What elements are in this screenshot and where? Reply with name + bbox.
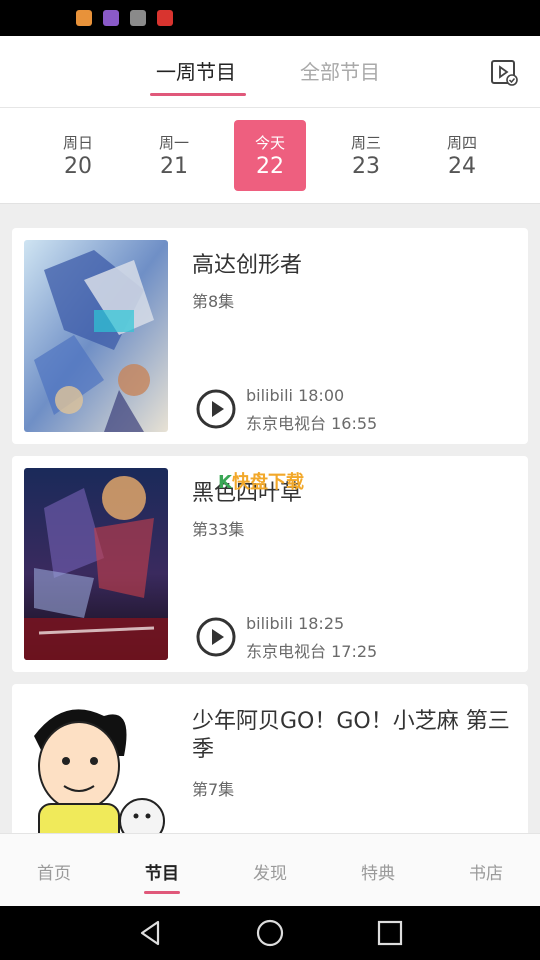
recent-apps-icon[interactable] xyxy=(375,918,405,948)
app-notification-icon xyxy=(103,10,119,26)
watermark: K快盘下载 xyxy=(218,472,304,493)
status-bar xyxy=(0,0,540,36)
bottom-navigation: 首页 节目 发现 特典 书店 xyxy=(0,833,540,906)
show-cover-image xyxy=(24,696,168,844)
date-item[interactable]: 周一 21 xyxy=(138,120,210,191)
weekday-label: 今天 xyxy=(254,134,285,152)
weekday-label: 周一 xyxy=(158,134,189,152)
day-number: 22 xyxy=(256,154,284,179)
broadcast-time: 东京电视台 16:55 xyxy=(246,414,378,433)
date-item[interactable]: 周日 20 xyxy=(42,120,114,191)
nav-item-programs[interactable]: 节目 xyxy=(122,859,202,884)
nav-item-discover[interactable]: 发现 xyxy=(230,859,310,884)
nav-item-home[interactable]: 首页 xyxy=(14,859,94,884)
back-icon[interactable] xyxy=(136,918,166,948)
tab-all-programs[interactable]: 全部节目 xyxy=(300,56,380,85)
app-notification-icon xyxy=(76,10,92,26)
show-cover-image xyxy=(24,468,168,660)
show-card[interactable]: 高达创形者 第8集 bilibili 18:00 东京电视台 16:55 xyxy=(12,228,528,444)
app-notification-icon xyxy=(130,10,146,26)
tab-weekly-programs[interactable]: 一周节目 xyxy=(156,56,236,85)
broadcast-time: bilibili 18:25 xyxy=(246,614,345,633)
play-list-icon[interactable] xyxy=(490,58,518,86)
huawei-icon xyxy=(157,10,173,26)
broadcast-time: bilibili 18:00 xyxy=(246,386,345,405)
weekday-label: 周三 xyxy=(350,134,381,152)
nav-item-extras[interactable]: 特典 xyxy=(338,859,418,884)
home-icon[interactable] xyxy=(255,918,285,948)
play-icon[interactable] xyxy=(196,617,236,657)
day-number: 24 xyxy=(448,154,476,179)
play-icon[interactable] xyxy=(196,389,236,429)
nav-indicator xyxy=(144,891,180,894)
system-navigation-bar xyxy=(0,906,540,960)
day-number: 23 xyxy=(352,154,380,179)
date-item-selected[interactable]: 今天 22 xyxy=(234,120,306,191)
episode-label: 第7集 xyxy=(192,780,235,799)
episode-label: 第8集 xyxy=(192,292,235,311)
tab-indicator xyxy=(150,93,246,96)
day-number: 20 xyxy=(64,154,92,179)
day-number: 21 xyxy=(160,154,188,179)
date-item[interactable]: 周三 23 xyxy=(330,120,402,191)
show-title: 高达创形者 xyxy=(192,253,303,278)
nav-item-bookstore[interactable]: 书店 xyxy=(446,859,526,884)
weekday-label: 周四 xyxy=(446,134,477,152)
date-item[interactable]: 周四 24 xyxy=(426,120,498,191)
weekday-label: 周日 xyxy=(62,134,93,152)
episode-label: 第33集 xyxy=(192,520,245,539)
date-selector: 周日 20 周一 21 今天 22 周三 23 周四 24 xyxy=(0,108,540,204)
show-card[interactable]: 少年阿贝GO！GO！小芝麻 第三季 第7集 xyxy=(12,684,528,844)
show-cover-image xyxy=(24,240,168,432)
show-title: 少年阿贝GO！GO！小芝麻 第三季 xyxy=(192,709,510,762)
top-header: 一周节目 全部节目 xyxy=(0,36,540,108)
broadcast-time: 东京电视台 17:25 xyxy=(246,642,378,661)
